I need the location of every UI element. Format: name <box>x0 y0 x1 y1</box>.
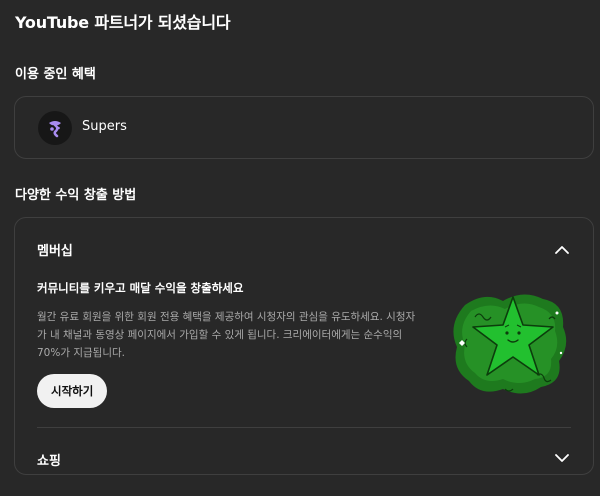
current-benefits-heading: 이용 중인 혜택 <box>15 67 96 82</box>
shopping-accordion-title[interactable]: 쇼핑 <box>37 450 61 469</box>
membership-description: 월간 유료 회원을 위한 회원 전용 혜택을 제공하여 시청자의 관심을 유도하… <box>37 311 416 359</box>
chevron-up-icon[interactable] <box>553 240 571 258</box>
accordion-divider <box>37 427 571 428</box>
membership-accordion-title[interactable]: 멤버십 <box>37 240 73 259</box>
benefit-card-supers[interactable]: Supers <box>14 96 594 159</box>
membership-start-button[interactable]: 시작하기 <box>37 374 108 408</box>
green-star-illustration <box>445 283 575 403</box>
page-title: YouTube 파트너가 되셨습니다 <box>15 13 231 32</box>
chevron-down-icon[interactable] <box>553 449 571 467</box>
monetization-methods-card: 멤버십 커뮤니티를 키우고 매달 수익을 창출하세요 월간 유료 회원을 위한 … <box>14 217 594 475</box>
membership-heading: 커뮤니티를 키우고 매달 수익을 창출하세요 <box>37 281 244 295</box>
supers-label: Supers <box>82 119 127 134</box>
supers-icon <box>38 111 72 145</box>
monetization-methods-heading: 다양한 수익 창출 방법 <box>15 188 137 203</box>
